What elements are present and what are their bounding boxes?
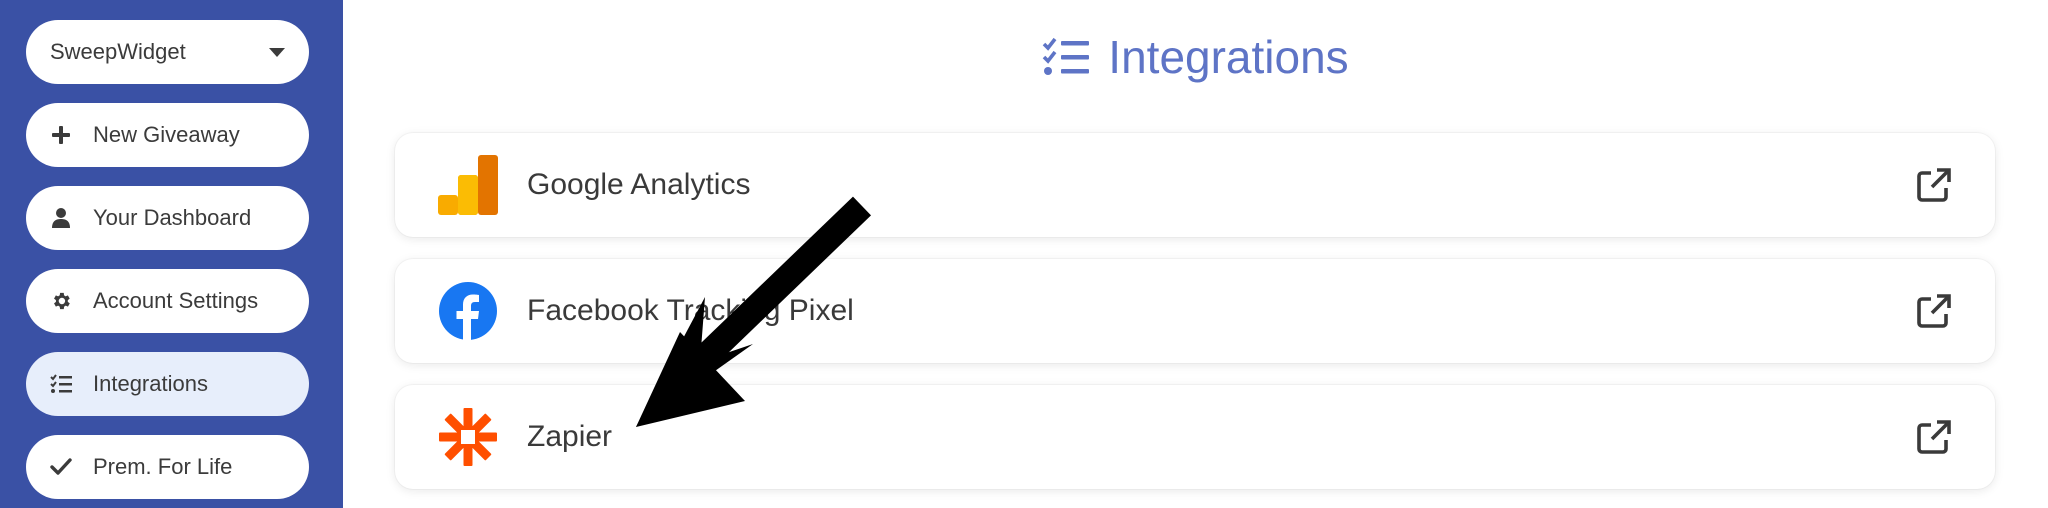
sidebar-item-integrations[interactable]: Integrations [26,352,309,416]
sidebar-item-label: Account Settings [93,288,259,313]
sidebar-item-prem-for-life[interactable]: Prem. For Life [26,435,309,499]
main-content: Integrations Google Analytics Facebook T… [343,0,2048,508]
gear-icon [49,289,73,313]
sidebar-item-dashboard[interactable]: Your Dashboard [26,186,309,250]
sidebar-item-label: Prem. For Life [93,454,233,479]
plus-icon [49,123,73,147]
chevron-down-icon [269,47,285,57]
list-check-icon [49,372,73,396]
user-icon [49,206,73,230]
sidebar: SweepWidget New Giveaway Your Dashboard … [0,0,343,508]
google-analytics-logo [437,154,499,216]
list-check-icon [1042,37,1090,77]
zapier-logo [437,406,499,468]
sidebar-item-label: New Giveaway [93,122,240,147]
integration-card-zapier[interactable]: Zapier [395,385,1995,489]
account-select[interactable]: SweepWidget [26,20,309,84]
integration-label: Google Analytics [527,168,751,201]
sidebar-item-account-settings[interactable]: Account Settings [26,269,309,333]
external-link-icon[interactable] [1915,166,1953,204]
integration-card-google-analytics[interactable]: Google Analytics [395,133,1995,237]
page-title-text: Integrations [1108,31,1349,83]
check-icon [49,455,73,479]
page-title: Integrations [343,30,2048,84]
external-link-icon[interactable] [1915,418,1953,456]
integration-card-facebook-pixel[interactable]: Facebook Tracking Pixel [395,259,1995,363]
integration-label: Zapier [527,420,613,453]
integration-label: Facebook Tracking Pixel [527,294,854,327]
sidebar-item-label: Integrations [93,371,208,396]
sidebar-item-label: Your Dashboard [93,205,252,230]
sidebar-item-new-giveaway[interactable]: New Giveaway [26,103,309,167]
account-select-value: SweepWidget [50,39,186,64]
external-link-icon[interactable] [1915,292,1953,330]
facebook-logo [437,280,499,342]
